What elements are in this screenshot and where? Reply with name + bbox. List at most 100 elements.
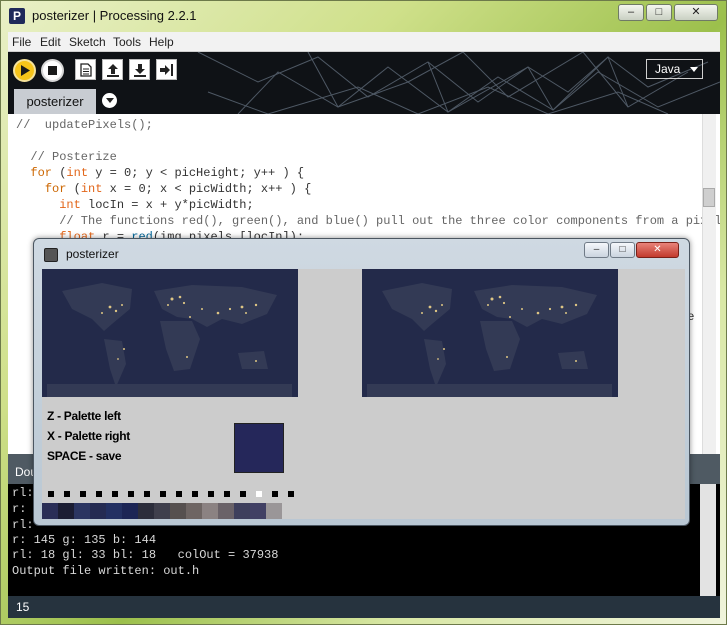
menu-file[interactable]: File <box>12 35 31 49</box>
console-line: rl: 18 gl: 33 bl: 18 colOut = 37938 <box>12 548 279 562</box>
export-arrow-icon <box>160 63 173 76</box>
sketch-window: posterizer – □ ✕ Z - Palette left X - Pa… <box>33 238 690 526</box>
menu-bar: File Edit Sketch Tools Help <box>8 32 720 52</box>
sketch-close-button[interactable]: ✕ <box>636 242 679 258</box>
code-token: ( <box>52 166 67 180</box>
code-token: // updatePixels(); <box>16 118 153 132</box>
console-line: r: <box>12 502 27 516</box>
palette-marker <box>112 491 118 497</box>
code-line: // updatePixels(); <box>16 118 153 132</box>
palette-color-cell <box>170 503 186 519</box>
palette-marker <box>272 491 278 497</box>
palette-color-cell <box>234 503 250 519</box>
console-scrollbar[interactable] <box>700 484 716 596</box>
title-bar[interactable]: P posterizer | Processing 2.2.1 – □ ✕ <box>1 1 727 31</box>
sketch-window-title: posterizer <box>66 247 119 261</box>
menu-sketch[interactable]: Sketch <box>69 35 106 49</box>
code-token: int <box>59 198 81 212</box>
code-token: int <box>66 166 89 180</box>
console-line: rl: <box>12 518 34 532</box>
tab-posterizer[interactable]: posterizer <box>14 89 96 114</box>
code-token: for <box>30 166 53 180</box>
palette-marker <box>48 491 54 497</box>
toolbar: Java posterizer <box>8 52 720 114</box>
upload-arrow-icon <box>106 63 119 77</box>
palette-marker <box>224 491 230 497</box>
console-line: Output file written: out.h <box>12 564 200 578</box>
sketch-minimize-button[interactable]: – <box>584 242 609 258</box>
line-number-bar: 15 <box>8 596 720 618</box>
editor-scrollbar[interactable] <box>702 114 716 454</box>
sketch-canvas[interactable]: Z - Palette left X - Palette right SPACE… <box>42 269 685 519</box>
palette-markers <box>42 491 302 499</box>
chevron-down-icon <box>105 98 114 103</box>
menu-tools[interactable]: Tools <box>113 35 141 49</box>
palette-marker <box>64 491 70 497</box>
close-button[interactable]: ✕ <box>674 4 718 21</box>
mode-select-label: Java <box>655 62 681 76</box>
palette-color-cell <box>74 503 90 519</box>
line-number: 15 <box>16 600 30 614</box>
palette-marker <box>176 491 182 497</box>
palette-color-cell <box>42 503 58 519</box>
download-arrow-icon <box>133 63 146 77</box>
sketch-maximize-button[interactable]: □ <box>610 242 635 258</box>
new-sketch-button[interactable] <box>75 59 96 80</box>
palette-color-cell <box>106 503 122 519</box>
palette-color-cell <box>58 503 74 519</box>
palette-color-cell <box>90 503 106 519</box>
tab-menu-button[interactable] <box>102 93 117 108</box>
run-button[interactable] <box>13 59 36 82</box>
maximize-button[interactable]: □ <box>646 4 672 21</box>
minimize-button[interactable]: – <box>618 4 644 21</box>
palette-row <box>42 503 302 519</box>
palette-marker <box>96 491 102 497</box>
code-token: // Posterize <box>16 150 117 164</box>
palette-color-cell <box>186 503 202 519</box>
palette-color-cell <box>266 503 282 519</box>
code-line: for (int y = 0; y < picHeight; y++ ) { <box>16 166 304 180</box>
code-token: for <box>44 182 67 196</box>
code-line: // Posterize <box>16 150 117 164</box>
menu-help[interactable]: Help <box>149 35 174 49</box>
mode-select[interactable]: Java <box>646 59 703 79</box>
palette-marker <box>288 491 294 497</box>
palette-marker <box>208 491 214 497</box>
palette-marker <box>128 491 134 497</box>
editor-scroll-thumb[interactable] <box>703 188 715 207</box>
help-save: SPACE - save <box>47 449 122 463</box>
palette-color-cell <box>202 503 218 519</box>
earth-night-image-posterized <box>362 269 618 397</box>
palette-color-cell <box>154 503 170 519</box>
code-token: y = 0; y < picHeight; y++ ) { <box>88 166 305 180</box>
code-token: x = 0; x < picWidth; x++ ) { <box>102 182 312 196</box>
palette-color-cell <box>250 503 266 519</box>
export-application-button[interactable] <box>156 59 177 80</box>
code-token: // The functions red(), green(), and blu… <box>16 214 720 228</box>
code-line: for (int x = 0; x < picWidth; x++ ) { <box>16 182 311 196</box>
code-line: int locIn = x + y*picWidth; <box>16 198 254 212</box>
new-file-icon <box>79 62 92 77</box>
window-title: posterizer | Processing 2.2.1 <box>32 8 197 23</box>
save-sketch-button[interactable] <box>129 59 150 80</box>
open-sketch-button[interactable] <box>102 59 123 80</box>
console-line: rl: <box>12 486 34 500</box>
stop-button[interactable] <box>41 59 64 82</box>
palette-color-cell <box>138 503 154 519</box>
code-token: locIn = x + y*picWidth; <box>80 198 254 212</box>
code-token: int <box>80 182 103 196</box>
stop-icon <box>48 66 57 75</box>
chevron-down-icon <box>690 67 698 72</box>
help-palette-right: X - Palette right <box>47 429 130 443</box>
menu-edit[interactable]: Edit <box>40 35 61 49</box>
palette-marker <box>144 491 150 497</box>
palette-color-cell <box>122 503 138 519</box>
current-color-swatch <box>234 423 284 473</box>
palette-marker <box>160 491 166 497</box>
processing-logo: P <box>9 8 25 24</box>
palette-color-cell <box>218 503 234 519</box>
palette-marker <box>192 491 198 497</box>
